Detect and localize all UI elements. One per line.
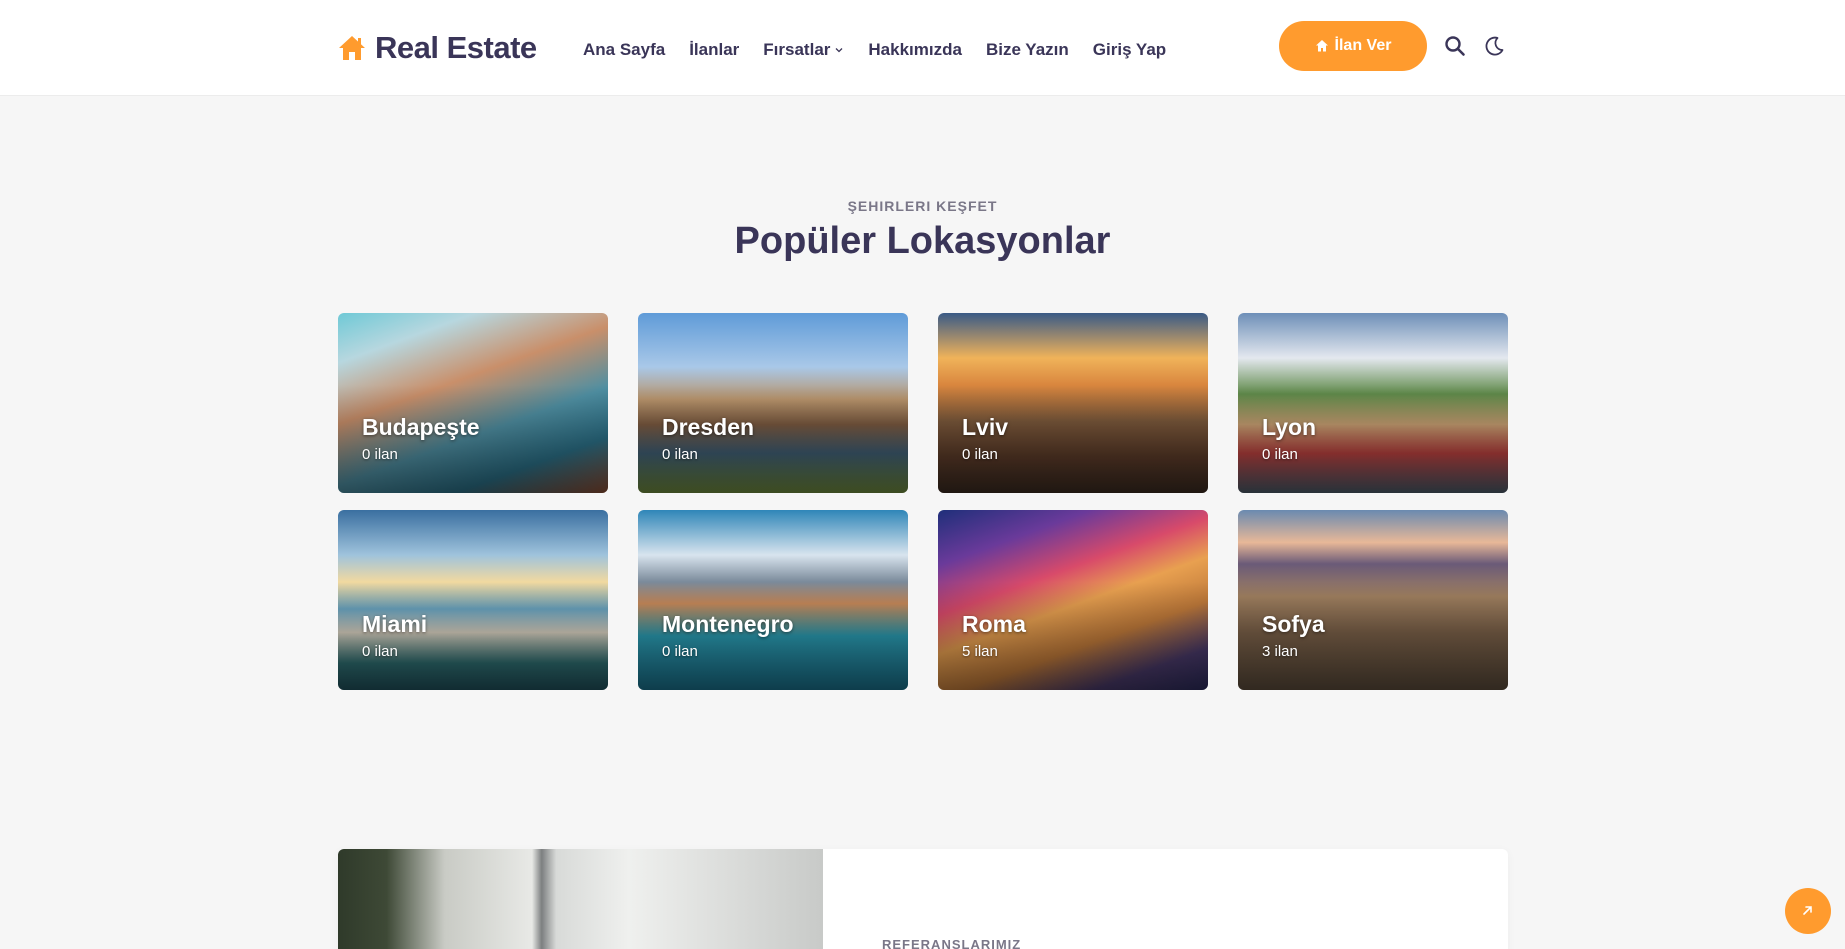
site-header: Real Estate Ana Sayfa İlanlar Fırsatlar … [0, 0, 1845, 96]
city-card-sofya[interactable]: Sofya 3 ilan [1238, 510, 1508, 690]
card-overlay [638, 313, 908, 493]
scroll-top-button[interactable] [1785, 888, 1831, 934]
nav-item-ilanlar[interactable]: İlanlar [689, 40, 739, 60]
card-overlay [938, 313, 1208, 493]
main-nav: Ana Sayfa İlanlar Fırsatlar Hakkımızda B… [583, 40, 1166, 60]
home-icon [339, 36, 365, 60]
listing-count: 0 ilan [662, 446, 698, 463]
listing-count: 3 ilan [1262, 643, 1298, 660]
card-overlay [638, 510, 908, 690]
arrow-up-icon [1803, 906, 1812, 915]
nav-item-firsatlar-label: Fırsatlar [763, 40, 831, 59]
listing-count: 0 ilan [362, 643, 398, 660]
logo[interactable]: Real Estate [337, 30, 537, 66]
city-card-budapeste[interactable]: Budapeşte 0 ilan [338, 313, 608, 493]
city-card-lviv[interactable]: Lviv 0 ilan [938, 313, 1208, 493]
post-listing-label: İlan Ver [1334, 37, 1392, 54]
card-overlay [338, 313, 608, 493]
card-overlay [338, 510, 608, 690]
listing-count: 0 ilan [1262, 446, 1298, 463]
references-label: REFERANSLARIMIZ [882, 937, 1022, 949]
city-name: Miami [362, 611, 428, 637]
city-name: Lyon [1262, 414, 1317, 440]
listing-count: 0 ilan [962, 446, 998, 463]
search-icon[interactable] [1444, 35, 1466, 57]
city-name: Montenegro [662, 611, 794, 637]
post-listing-button[interactable]: İlan Ver [1279, 21, 1427, 71]
city-card-montenegro[interactable]: Montenegro 0 ilan [638, 510, 908, 690]
nav-item-ana-sayfa[interactable]: Ana Sayfa [583, 40, 665, 60]
section-eyebrow: ŞEHIRLERI KEŞFET [847, 198, 998, 214]
city-card-roma[interactable]: Roma 5 ilan [938, 510, 1208, 690]
city-name: Sofya [1262, 611, 1325, 637]
nav-item-giris-yap[interactable]: Giriş Yap [1093, 40, 1166, 60]
nav-item-hakkimizda[interactable]: Hakkımızda [868, 40, 962, 60]
listing-count: 0 ilan [362, 446, 398, 463]
home-icon [1315, 40, 1328, 52]
listing-count: 0 ilan [662, 643, 698, 660]
city-name: Lviv [962, 414, 1009, 440]
section-title: Popüler Lokasyonlar [734, 220, 1111, 262]
city-name: Roma [962, 611, 1026, 637]
references-section: REFERANSLARIMIZ [338, 849, 1508, 949]
city-grid: Budapeşte 0 ilan Dresden 0 ilan Lviv 0 i… [338, 313, 1508, 690]
moon-icon[interactable] [1483, 35, 1505, 57]
chevron-down-icon [835, 48, 843, 53]
references-photo [338, 849, 823, 949]
card-overlay [1238, 510, 1508, 690]
nav-item-firsatlar[interactable]: Fırsatlar [763, 40, 844, 60]
card-overlay [1238, 313, 1508, 493]
city-name: Budapeşte [362, 414, 480, 440]
city-card-miami[interactable]: Miami 0 ilan [338, 510, 608, 690]
listing-count: 5 ilan [962, 643, 998, 660]
city-name: Dresden [662, 414, 755, 440]
city-card-lyon[interactable]: Lyon 0 ilan [1238, 313, 1508, 493]
nav-item-bize-yazin[interactable]: Bize Yazın [986, 40, 1069, 60]
city-card-dresden[interactable]: Dresden 0 ilan [638, 313, 908, 493]
card-overlay [938, 510, 1208, 690]
logo-text: Real Estate [375, 30, 537, 65]
